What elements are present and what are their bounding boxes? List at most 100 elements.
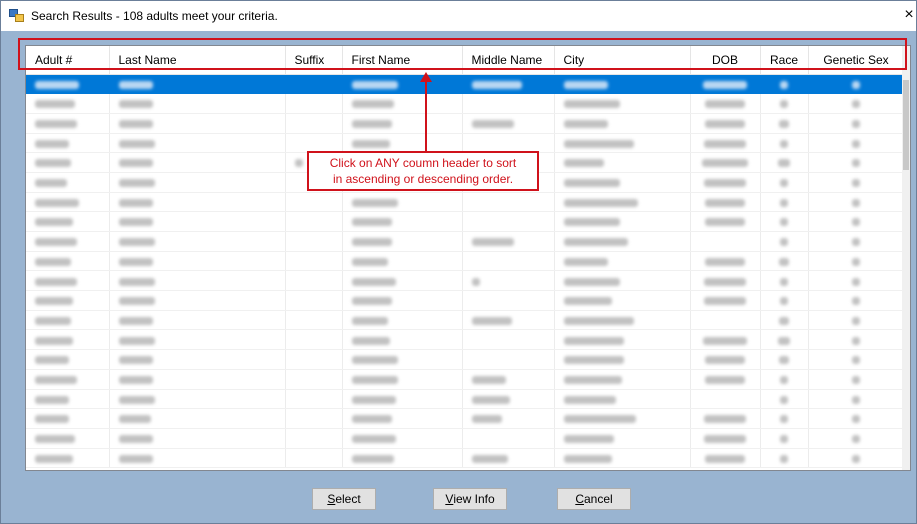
table-cell [109, 428, 286, 449]
scrollbar-thumb[interactable] [903, 80, 909, 170]
column-header-first-name[interactable]: First Name [342, 46, 463, 75]
table-cell [462, 290, 555, 311]
table-cell [690, 270, 761, 292]
redacted-value [351, 435, 396, 444]
table-cell [109, 93, 286, 114]
redacted-value [563, 139, 634, 148]
table-row[interactable] [26, 389, 905, 410]
close-icon[interactable]: × [902, 6, 916, 24]
select-button[interactable]: Select [312, 488, 376, 510]
table-row[interactable] [26, 310, 905, 331]
column-header-city[interactable]: City [554, 46, 691, 75]
table-row[interactable] [26, 74, 905, 95]
redacted-value [704, 297, 746, 306]
table-row[interactable] [26, 93, 905, 114]
table-cell [462, 231, 555, 252]
table-cell [760, 231, 809, 252]
table-cell [760, 290, 809, 311]
redacted-value [705, 218, 745, 227]
redacted-value [563, 257, 608, 266]
redacted-value [35, 454, 73, 463]
table-cell [462, 93, 555, 114]
table-cell [26, 211, 110, 232]
table-cell [808, 113, 905, 134]
column-header-race[interactable]: Race [760, 46, 809, 75]
table-cell [690, 113, 761, 134]
redacted-value [703, 336, 747, 345]
redacted-value [852, 120, 860, 129]
redacted-value [35, 100, 75, 109]
table-row[interactable] [26, 448, 905, 469]
table-row[interactable] [26, 231, 905, 252]
table-row[interactable] [26, 428, 905, 449]
annotation-arrow [425, 81, 427, 151]
table-row[interactable] [26, 270, 905, 292]
table-row[interactable] [26, 349, 905, 370]
redacted-value [351, 139, 390, 148]
table-row[interactable] [26, 290, 905, 311]
table-row[interactable] [26, 329, 905, 351]
table-cell [26, 152, 110, 173]
table-cell [109, 369, 286, 390]
column-header-last-name[interactable]: Last Name [109, 46, 286, 75]
vertical-scrollbar[interactable] [902, 46, 910, 470]
table-cell [808, 172, 905, 193]
view-label: iew Info [453, 492, 495, 506]
redacted-value [852, 179, 860, 188]
column-header-middle-name[interactable]: Middle Name [462, 46, 555, 75]
table-cell [342, 113, 463, 134]
table-cell [26, 290, 110, 311]
table-cell [285, 349, 343, 370]
column-header-suffix[interactable]: Suffix [285, 46, 343, 75]
table-cell [760, 192, 809, 213]
table-row[interactable] [26, 408, 905, 429]
table-cell [554, 428, 691, 449]
redacted-value [852, 198, 860, 207]
table-cell [690, 93, 761, 114]
redacted-value [35, 277, 77, 286]
table-row[interactable] [26, 133, 905, 154]
table-cell [760, 74, 809, 95]
table-cell [26, 448, 110, 469]
column-header-dob[interactable]: DOB [690, 46, 761, 75]
cancel-button[interactable]: Cancel [557, 488, 631, 510]
column-header-adult-number[interactable]: Adult # [26, 46, 110, 75]
table-cell [285, 408, 343, 429]
redacted-value [703, 80, 747, 89]
view-info-button[interactable]: View Info [433, 488, 507, 510]
redacted-value [705, 356, 745, 365]
table-cell [462, 408, 555, 429]
table-cell [109, 192, 286, 213]
table-cell [26, 408, 110, 429]
table-cell [109, 310, 286, 331]
redacted-value [852, 375, 860, 384]
redacted-value [778, 336, 790, 345]
table-row[interactable] [26, 369, 905, 390]
table-cell [109, 113, 286, 134]
table-cell [690, 329, 761, 351]
table-row[interactable] [26, 113, 905, 134]
redacted-value [563, 80, 608, 89]
callout-line-1: Click on ANY coumn header to sort [329, 156, 517, 170]
search-results-dialog: Search Results - 108 adults meet your cr… [0, 0, 917, 524]
redacted-value [563, 179, 620, 188]
table-cell [26, 133, 110, 154]
redacted-value [780, 218, 788, 227]
table-cell [109, 231, 286, 252]
redacted-value [35, 316, 71, 325]
table-cell [462, 74, 555, 95]
column-header-genetic-sex[interactable]: Genetic Sex [808, 46, 905, 75]
table-cell [109, 448, 286, 469]
header-row: Adult # Last Name Suffix First Name Midd… [26, 46, 905, 75]
table-row[interactable] [26, 192, 905, 213]
table-cell [285, 93, 343, 114]
table-cell [554, 329, 691, 351]
table-cell [690, 290, 761, 311]
table-row[interactable] [26, 251, 905, 272]
redacted-value [779, 316, 789, 325]
table-row[interactable] [26, 211, 905, 232]
redacted-value [852, 336, 860, 345]
table-cell [554, 408, 691, 429]
table-cell [285, 231, 343, 252]
table-cell [26, 192, 110, 213]
